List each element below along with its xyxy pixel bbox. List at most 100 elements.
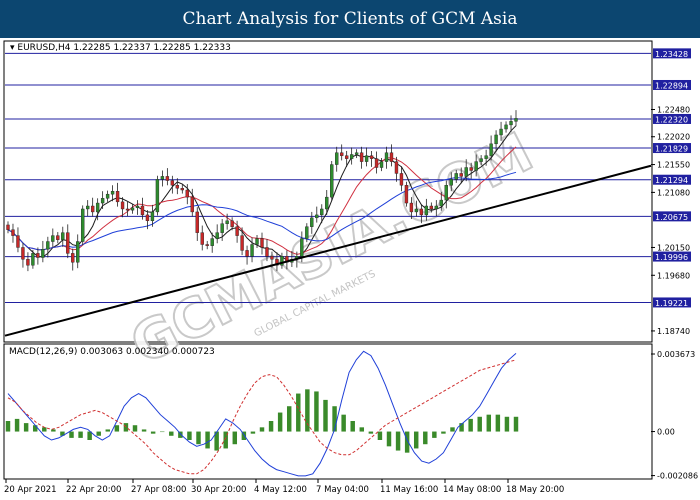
candle-body <box>459 173 463 177</box>
macd-histogram-bar <box>42 427 47 432</box>
candle-body <box>240 235 244 251</box>
candle-body <box>210 238 214 246</box>
price-tick-label: 1.18740 <box>657 327 690 336</box>
candle-body <box>71 253 75 263</box>
time-tick-label: 27 Apr 08:00 <box>131 485 186 495</box>
candle-body <box>404 185 409 204</box>
candle-body <box>300 238 304 257</box>
candle-body <box>394 161 399 174</box>
candle-body <box>489 143 493 156</box>
macd-histogram-bar <box>105 429 111 432</box>
macd-histogram-bar <box>23 423 29 432</box>
macd-histogram-bar <box>187 431 192 440</box>
candle-body <box>66 232 70 254</box>
symbol-label: EURUSD,H4 <box>17 43 70 53</box>
time-tick-label: 4 May 12:00 <box>254 485 307 495</box>
candle-body <box>175 185 180 189</box>
candle-body <box>315 214 319 219</box>
macd-histogram-bar <box>296 393 301 432</box>
candle-body <box>190 196 194 213</box>
macd-histogram-bar <box>268 421 274 432</box>
candle-body <box>419 208 424 216</box>
candle-body <box>464 167 468 177</box>
macd-histogram-bar <box>359 427 365 432</box>
candle-body <box>364 155 369 162</box>
candle-body <box>325 196 329 210</box>
candle-body <box>120 201 125 210</box>
candle-body <box>180 188 184 191</box>
candle-body <box>115 191 120 203</box>
candle-body <box>414 208 419 213</box>
candle-body <box>344 155 349 159</box>
macd-histogram-bar <box>32 425 38 432</box>
candle-body <box>56 235 60 240</box>
macd-histogram-bar <box>114 425 120 432</box>
candle-body <box>51 235 55 242</box>
candle-body <box>439 199 443 207</box>
candle-body <box>255 238 259 245</box>
candle-body <box>354 152 359 155</box>
time-tick-label: 14 May 08:00 <box>443 485 501 495</box>
candle-body <box>499 128 503 136</box>
candle-body <box>185 189 189 198</box>
candle-body <box>310 217 314 227</box>
macd-panel-frame <box>3 343 653 480</box>
macd-histogram-bar <box>286 406 292 432</box>
level-label: 1.19221 <box>655 299 688 308</box>
macd-tick-label: 0.003673 <box>657 350 695 359</box>
level-label: 1.21829 <box>655 145 688 154</box>
candle-body <box>335 152 339 165</box>
time-tick-label: 7 May 04:00 <box>316 485 369 495</box>
candle-body <box>230 220 234 227</box>
candle-body <box>429 205 434 210</box>
candle-body <box>359 152 364 162</box>
macd-histogram-bar <box>96 431 101 436</box>
macd-histogram-bar <box>277 412 283 432</box>
macd-histogram-bar <box>78 431 83 438</box>
macd-histogram-bar <box>141 429 147 432</box>
level-label: 1.23428 <box>655 50 688 59</box>
candle-body <box>449 179 453 186</box>
candle-body <box>379 161 384 168</box>
macd-histogram-bar <box>250 431 256 434</box>
macd-histogram-bar <box>432 431 437 438</box>
candle-body <box>26 259 30 266</box>
macd-histogram-bar <box>468 418 473 432</box>
macd-histogram-bar <box>423 431 428 445</box>
candle-body <box>320 208 324 216</box>
price-tick-label: 1.21550 <box>657 161 690 170</box>
candle-body <box>220 223 224 233</box>
candle-body <box>125 208 130 211</box>
macd-histogram-bar <box>495 414 501 432</box>
macd-histogram-bar <box>368 431 374 434</box>
candle-body <box>409 202 414 213</box>
candle-body <box>90 205 95 213</box>
candle-body <box>135 205 140 208</box>
candle-body <box>130 207 135 211</box>
macd-histogram-bar <box>169 431 174 436</box>
candle-body <box>260 238 264 248</box>
candle-body <box>61 232 65 240</box>
candle-body <box>46 241 50 250</box>
time-tick-label: 20 Apr 2021 <box>4 485 57 495</box>
candle-body <box>165 176 170 181</box>
macd-panel-header: MACD(12,26,9) 0.003063 0.002340 0.000723 <box>9 347 215 357</box>
level-label: 1.20675 <box>655 213 688 222</box>
candle-body <box>434 205 438 210</box>
macd-histogram-bar <box>123 423 129 432</box>
macd-tick-label: 0.00 <box>657 428 675 437</box>
candle-body <box>384 152 389 162</box>
time-tick-label: 18 May 20:00 <box>506 485 564 495</box>
candle-body <box>225 220 229 224</box>
candle-body <box>76 241 80 263</box>
candle-body <box>484 155 488 159</box>
level-label: 1.21294 <box>655 176 688 185</box>
candle-body <box>509 121 513 126</box>
level-label: 1.22894 <box>655 81 688 90</box>
candle-body <box>479 158 483 162</box>
level-label: 1.19996 <box>655 253 688 262</box>
candle-body <box>11 229 15 236</box>
candle-body <box>150 211 155 222</box>
candle-body <box>100 198 105 204</box>
candle-body <box>374 158 379 168</box>
